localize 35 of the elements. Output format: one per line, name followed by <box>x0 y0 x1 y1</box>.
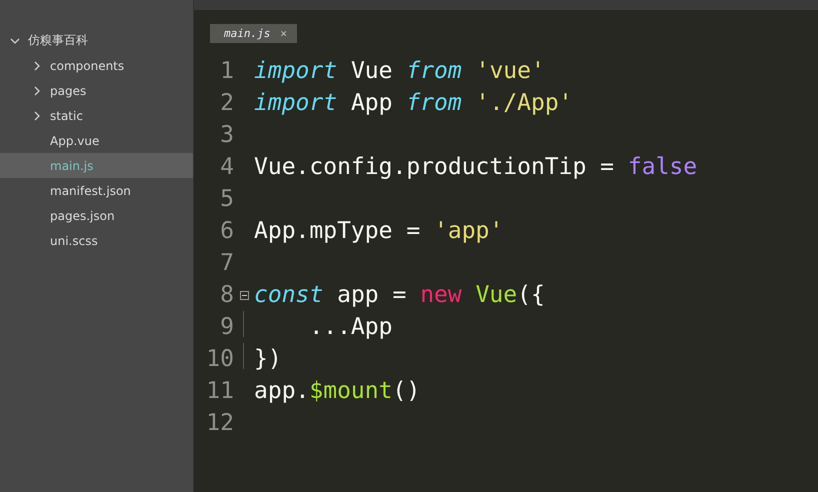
line-number: 3 <box>219 122 234 148</box>
line-number: 2 <box>219 90 234 116</box>
line-number: 6 <box>219 218 234 244</box>
code-line: const app = new Vue({ <box>254 282 545 308</box>
chevron-right-icon[interactable] <box>32 110 42 120</box>
line-number: 5 <box>219 186 234 212</box>
tree-item[interactable]: App.vue <box>0 128 193 153</box>
code-line: ...App <box>308 314 392 340</box>
code-line: Vue.config.productionTip = false <box>254 154 698 180</box>
editor-tab[interactable]: main.js × <box>210 24 297 43</box>
tree-item[interactable]: pages.json <box>0 203 193 228</box>
chevron-down-icon[interactable] <box>10 36 20 46</box>
tree-item[interactable]: components <box>0 53 193 78</box>
line-number: 12 <box>205 410 234 436</box>
fold-icon[interactable] <box>240 290 248 300</box>
line-number: 9 <box>219 314 234 340</box>
tree-item[interactable]: uni.scss <box>0 228 193 253</box>
code-line: import App from './App' <box>254 90 573 116</box>
tree-item[interactable]: manifest.json <box>0 178 193 203</box>
code-line: import Vue from 'vue' <box>254 58 545 84</box>
code-line: App.mpType = 'app' <box>254 218 504 244</box>
chevron-right-icon[interactable] <box>32 60 42 70</box>
tree-item[interactable]: static <box>0 103 193 128</box>
close-icon[interactable]: × <box>280 27 287 40</box>
line-number: 7 <box>219 250 234 276</box>
line-number: 4 <box>219 154 234 180</box>
line-number: 8 <box>219 282 234 308</box>
code-line: app.$mount() <box>254 378 420 404</box>
chevron-right-icon[interactable] <box>32 86 42 96</box>
line-number: 10 <box>205 346 234 372</box>
tree-item[interactable]: pages <box>0 78 193 103</box>
tree-item[interactable]: 仿糗事百科 <box>0 28 193 53</box>
line-number: 1 <box>219 58 234 84</box>
line-number: 11 <box>205 378 234 404</box>
code-line: }) <box>254 346 282 372</box>
